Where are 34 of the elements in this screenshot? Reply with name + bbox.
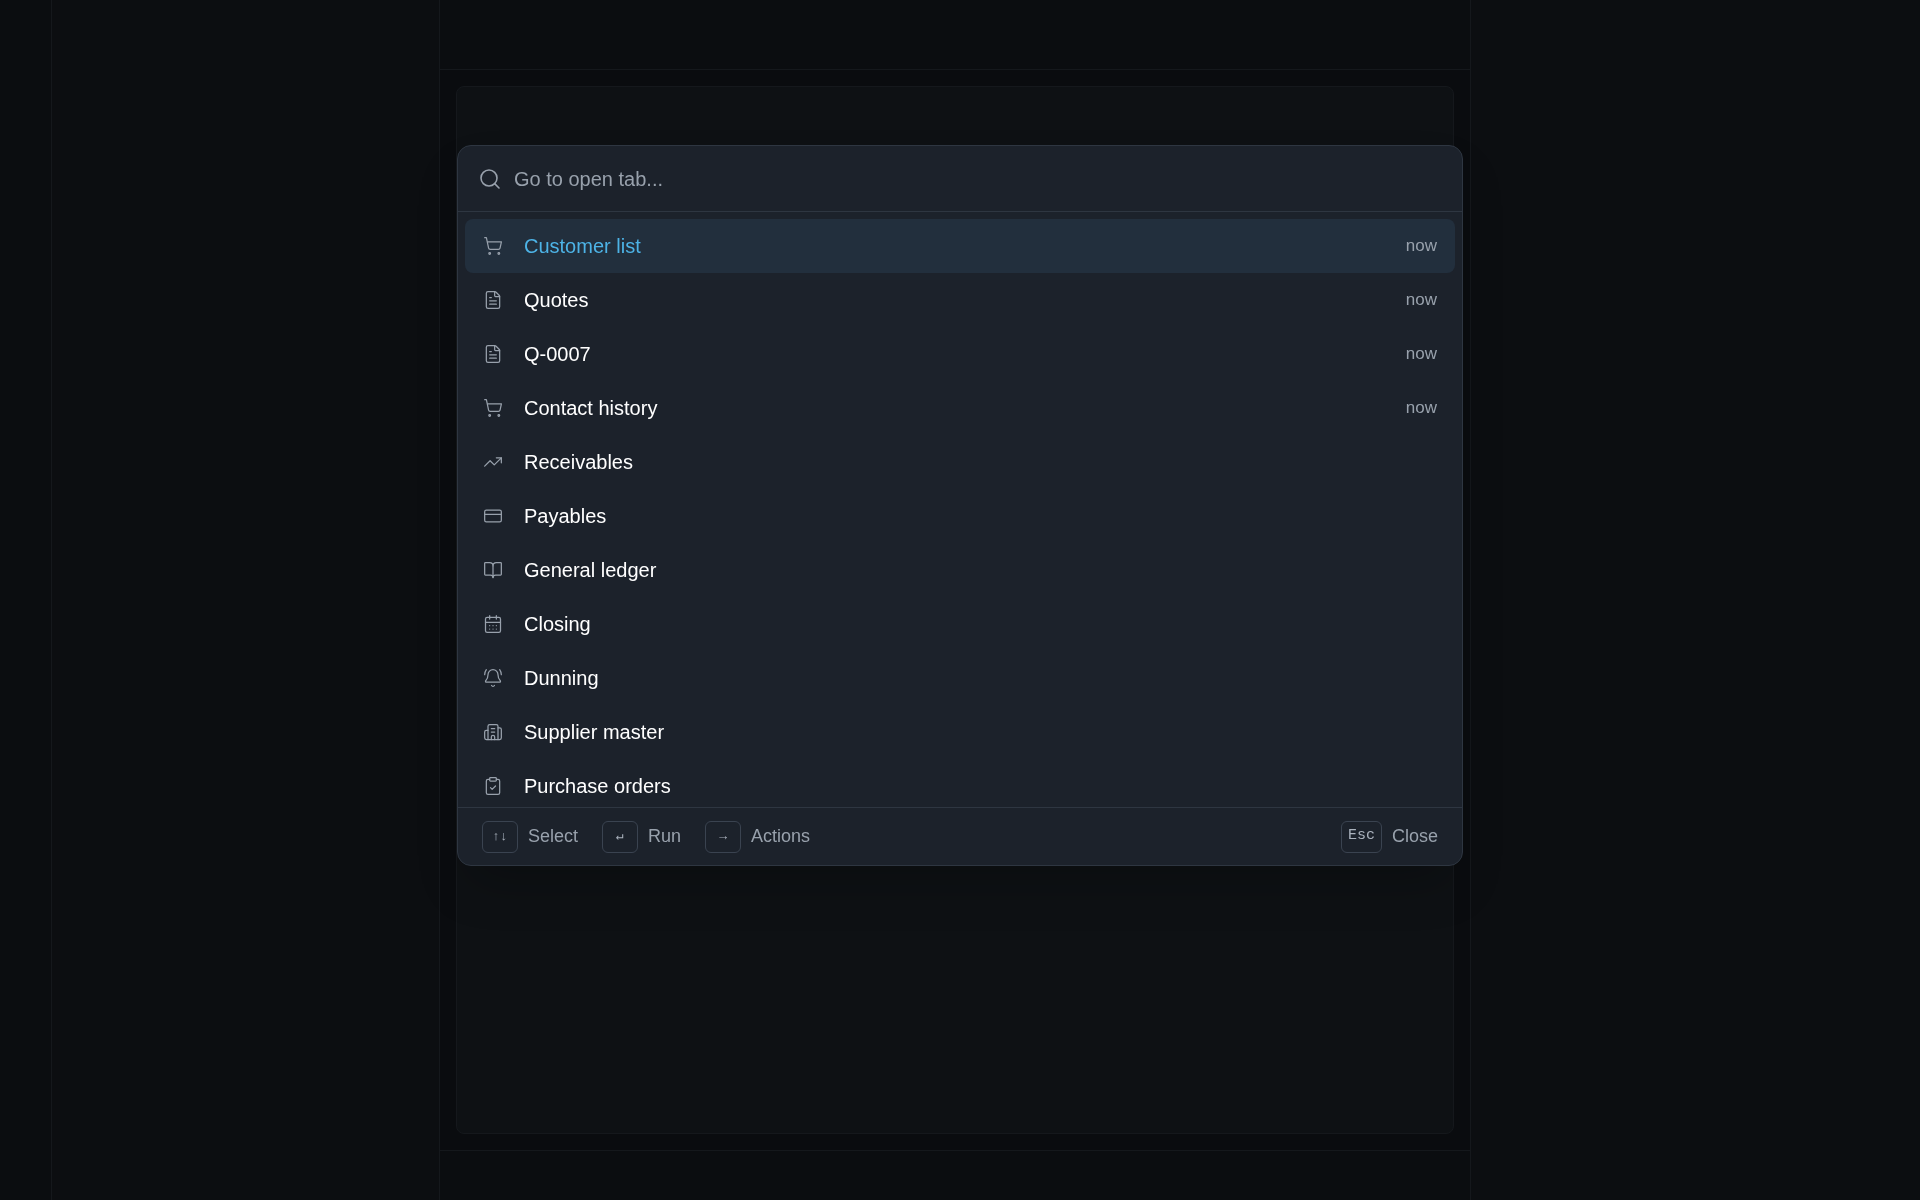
tab-item[interactable]: Purchase orders [465,759,1455,807]
building-icon [483,722,503,742]
tab-item[interactable]: Dunning [465,651,1455,705]
book-icon [483,560,503,580]
tab-item[interactable]: Receivables [465,435,1455,489]
hint-label: Select [528,825,579,848]
tab-item[interactable]: Supplier master [465,705,1455,759]
tab-item[interactable]: Quotes now [465,273,1455,327]
time-label: now [1405,235,1437,258]
tab-item[interactable]: General ledger [465,543,1455,597]
document-icon [483,344,503,364]
search-field[interactable]: Go to open tab... [514,163,1442,194]
tab-item[interactable]: Q-0007 now [465,327,1455,381]
key-hint: Esc [1340,820,1382,853]
cart-icon [483,398,503,418]
tab-item[interactable]: Payables [465,489,1455,543]
hint-label: Close [1391,825,1438,848]
clipboard-icon [483,776,503,796]
hint-label: Run [648,825,682,848]
time-label: now [1405,343,1437,366]
time-label: now [1405,289,1437,312]
document-icon [483,290,503,310]
tab-item[interactable]: Contact history now [465,381,1455,435]
hint-label: Actions [751,825,811,848]
time-label: now [1405,397,1437,420]
key-hint: → [705,820,742,853]
key-hint: ↵ [602,820,639,853]
cart-icon [483,236,503,256]
calendar-icon [483,614,503,634]
key-hint: ↑↓ [482,820,518,853]
search-icon [478,166,502,191]
tab-item[interactable]: Customer list now [465,219,1455,273]
tab-item[interactable]: Closing [465,597,1455,651]
bell-icon [483,668,503,688]
